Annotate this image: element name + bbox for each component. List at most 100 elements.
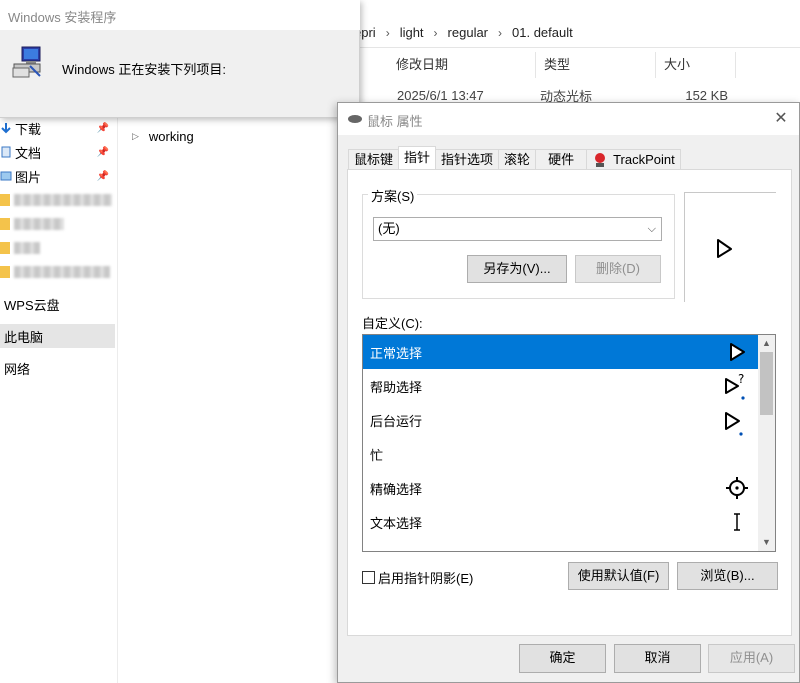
redacted-label	[14, 242, 40, 254]
redacted-label	[14, 194, 112, 206]
installer-title: Windows 安装程序	[8, 10, 117, 25]
scroll-up-icon[interactable]: ▲	[758, 335, 775, 352]
working-cursor-icon	[725, 412, 743, 436]
cursor-row-help-select[interactable]: 帮助选择 ?	[363, 369, 759, 403]
nav-item-wps-cloud[interactable]: WPS云盘	[0, 292, 115, 316]
installer-titlebar: Windows 安装程序	[0, 0, 360, 30]
tree-item-label: working	[148, 129, 194, 144]
cursor-row-precision-select[interactable]: 精确选择	[363, 471, 759, 505]
nav-item-folder-redacted[interactable]	[0, 213, 115, 235]
folder-icon	[0, 242, 10, 254]
mouse-properties-dialog: 鼠标 属性 ✕ 鼠标键 指针 指针选项 滚轮 硬件 TrackPoint 方案(…	[337, 102, 800, 683]
svg-text:?: ?	[738, 372, 744, 386]
breadcrumb-item[interactable]: light	[390, 25, 434, 40]
nav-item-network[interactable]: 网络	[0, 356, 115, 380]
pointers-tab-panel: 方案(S) (无) ⌵ 另存为(V)... 删除(D) 自定义(C): 正常选择	[347, 169, 792, 636]
arrow-cursor-icon	[717, 239, 732, 258]
folder-icon	[0, 218, 10, 230]
tab-pointers[interactable]: 指针	[398, 146, 437, 169]
nav-item-folder-redacted[interactable]	[0, 261, 115, 283]
folder-icon	[0, 266, 10, 278]
checkbox[interactable]	[362, 571, 375, 584]
use-default-button[interactable]: 使用默认值(F)	[568, 562, 669, 590]
nav-item-folder-redacted[interactable]	[0, 237, 115, 259]
file-size: 152 KB	[685, 87, 728, 103]
customize-label: 自定义(C):	[362, 316, 423, 331]
text-cursor-icon	[734, 513, 740, 531]
pin-icon[interactable]: 📌	[97, 123, 109, 134]
file-date: 2025/6/1 13:47	[397, 87, 484, 103]
enable-pointer-shadow[interactable]: 启用指针阴影(E)	[362, 568, 473, 587]
tab-buttons[interactable]: 鼠标键	[348, 149, 400, 169]
cancel-button[interactable]: 取消	[614, 644, 701, 673]
nav-item-label: 图片	[15, 169, 42, 185]
tab-pointer-options[interactable]: 指针选项	[435, 149, 500, 169]
tab-label: TrackPoint	[613, 151, 675, 167]
tab-wheel[interactable]: 滚轮	[498, 149, 537, 169]
tree-item-working[interactable]: ▷ working	[132, 129, 194, 144]
dialog-titlebar: 鼠标 属性 ✕	[338, 103, 799, 135]
breadcrumb-item[interactable]: regular	[438, 25, 498, 40]
nav-item-folder-redacted[interactable]	[0, 189, 115, 211]
cursor-row-label: 正常选择	[370, 345, 423, 361]
redacted-label	[14, 266, 110, 278]
trackpoint-icon	[592, 152, 608, 168]
scheme-label: 方案(S)	[368, 186, 418, 205]
nav-item-label: 文档	[15, 145, 42, 161]
crosshair-cursor-icon	[726, 477, 748, 499]
nav-item-pictures[interactable]: 图片 📌	[0, 165, 115, 187]
nav-item-documents[interactable]: 文档 📌	[0, 141, 115, 163]
navigation-pane: 下载 📌 文档 📌 图片 📌 WPS云盘 此电脑 网络	[0, 110, 118, 683]
pin-icon[interactable]: 📌	[97, 147, 109, 158]
cursor-list-scrollbar[interactable]: ▲ ▼	[758, 335, 775, 551]
browse-button[interactable]: 浏览(B)...	[677, 562, 778, 590]
column-header-type[interactable]: 类型	[536, 52, 656, 78]
cursor-row-label: 后台运行	[370, 413, 423, 429]
picture-icon	[0, 170, 12, 182]
chevron-down-icon: ⌵	[647, 223, 656, 235]
column-header-date[interactable]: 修改日期	[340, 52, 536, 78]
nav-item-label: 下载	[15, 121, 42, 137]
nav-item-this-pc[interactable]: 此电脑	[0, 324, 115, 348]
delete-button[interactable]: 删除(D)	[575, 255, 661, 283]
help-cursor-icon: ?	[725, 372, 745, 400]
installer-message: Windows 正在安装下列项目:	[62, 62, 226, 77]
scheme-dropdown[interactable]: (无) ⌵	[373, 217, 662, 241]
document-icon	[0, 146, 12, 158]
dialog-title: 鼠标 属性	[367, 114, 423, 129]
column-header-size[interactable]: 大小	[656, 52, 736, 78]
chevron-right-icon: ▷	[132, 131, 139, 141]
breadcrumb-item[interactable]: 01. default	[502, 25, 583, 40]
cursor-row-label: 精确选择	[370, 481, 423, 497]
scroll-down-icon[interactable]: ▼	[758, 534, 775, 551]
close-icon[interactable]: ✕	[769, 107, 793, 131]
scrollbar-thumb[interactable]	[760, 352, 773, 415]
mouse-icon	[348, 115, 362, 123]
nav-item-downloads[interactable]: 下载 📌	[0, 117, 115, 139]
cursor-row-normal-select[interactable]: 正常选择	[363, 335, 759, 369]
cursor-row-text-select[interactable]: 文本选择	[363, 505, 759, 539]
cursor-row-busy[interactable]: 忙	[363, 437, 759, 471]
cursor-list[interactable]: 正常选择 帮助选择 ? 后台运行 忙 精确选择 文本选择 ▲ ▼	[362, 334, 776, 552]
tab-hardware[interactable]: 硬件	[535, 149, 588, 169]
folder-icon	[0, 194, 10, 206]
download-arrow-icon	[0, 122, 12, 134]
cursor-row-label: 忙	[370, 447, 384, 463]
cursor-preview	[684, 192, 776, 302]
installer-computer-icon	[10, 44, 46, 80]
scheme-group: 方案(S) (无) ⌵ 另存为(V)... 删除(D)	[362, 186, 675, 299]
cursor-row-label: 帮助选择	[370, 379, 423, 395]
pin-icon[interactable]: 📌	[97, 171, 109, 182]
checkbox-label: 启用指针阴影(E)	[378, 571, 474, 586]
tab-strip: 鼠标键 指针 指针选项 滚轮 硬件 TrackPoint	[348, 146, 681, 169]
ok-button[interactable]: 确定	[519, 644, 606, 673]
scheme-value: (无)	[378, 221, 400, 236]
apply-button[interactable]: 应用(A)	[708, 644, 795, 673]
save-as-button[interactable]: 另存为(V)...	[467, 255, 567, 283]
tab-trackpoint[interactable]: TrackPoint	[586, 149, 681, 169]
arrow-cursor-icon	[730, 343, 745, 361]
cursor-row-label: 文本选择	[370, 515, 423, 531]
cursor-row-working-in-background[interactable]: 后台运行	[363, 403, 759, 437]
redacted-label	[14, 218, 64, 230]
windows-installer-dialog: Windows 安装程序 Windows 正在安装下列项目:	[0, 0, 360, 118]
